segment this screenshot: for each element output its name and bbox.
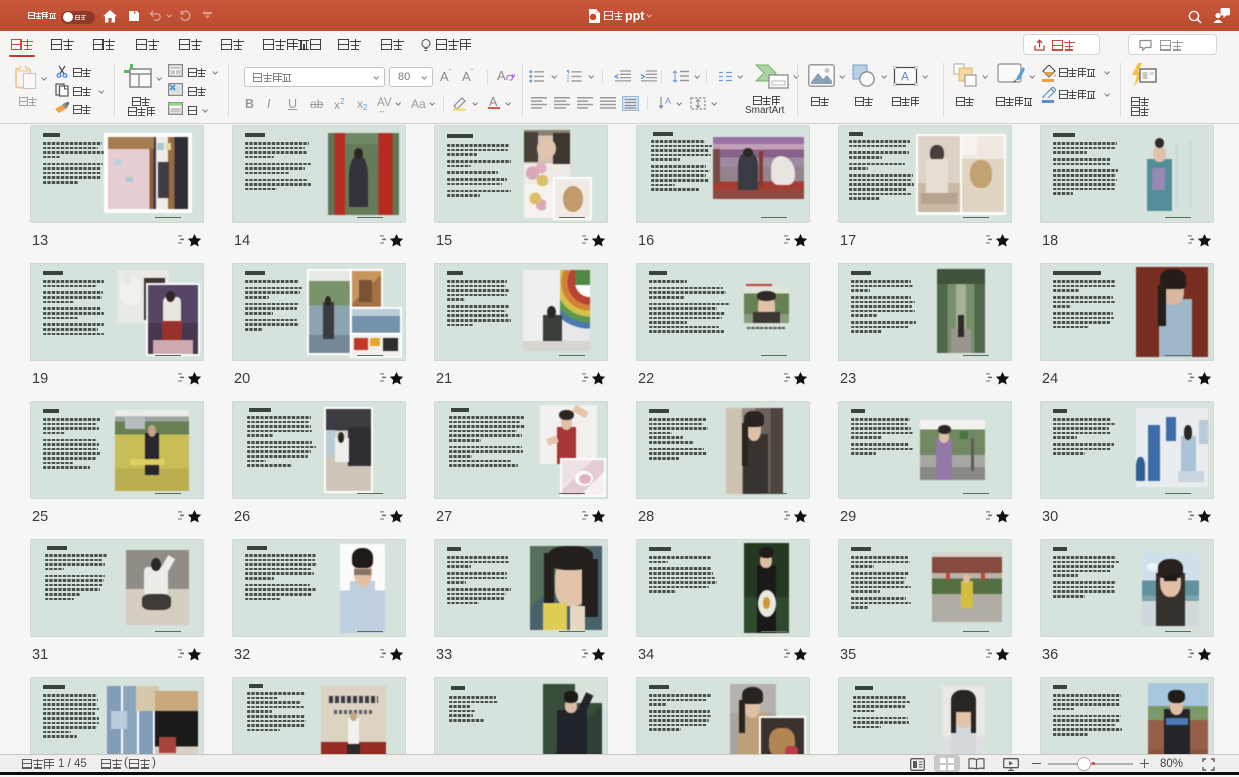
svg-text:A: A — [665, 96, 671, 106]
svg-text:A: A — [901, 70, 909, 84]
